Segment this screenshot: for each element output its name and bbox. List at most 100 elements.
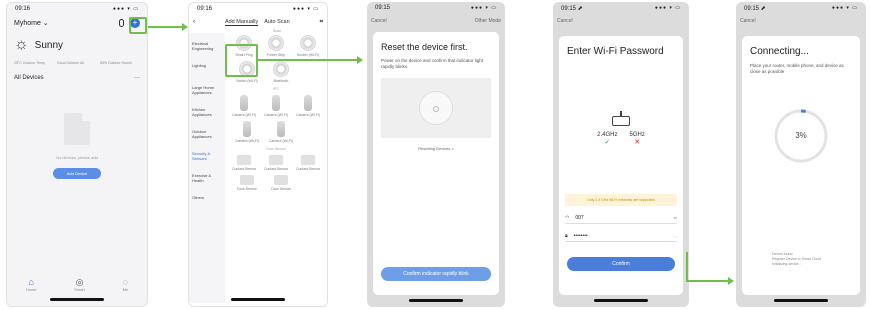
device-illustration [381,78,491,138]
weather-label: Sunny [34,39,64,51]
category-item[interactable]: Electrical Engineering [189,37,225,59]
tab-label: Home [25,287,37,292]
plug-icon [268,35,284,51]
cancel-button[interactable]: Cancel [557,18,573,24]
weather-widget: ☼ Sunny [14,37,140,53]
section-title: IPC [273,87,279,91]
weather-stat: 65% Outdoor Humid [100,61,132,65]
all-devices-title: All Devices [14,75,44,81]
card-description: Power on the device and confirm that ind… [381,58,484,69]
reset-card: Reset the device first. Power on the dev… [373,32,499,295]
lock-icon: 🔒︎ [565,232,568,239]
wifi-card: Enter Wi-Fi Password 2.4GHz ✓ 5GHz ✕ Only … [559,36,683,295]
home-selector[interactable]: Myhome ⌄ [14,19,49,27]
resetting-devices-link[interactable]: Resetting Devices > [381,146,491,151]
camera-icon [304,95,312,111]
confirm-blink-button[interactable]: Confirm indicator rapidly blink [381,267,491,281]
tab-home[interactable]: ⌂ Home [26,277,37,292]
tab-smart[interactable]: ◎ Smart [74,277,85,292]
show-password-icon[interactable]: ◡ [674,233,678,238]
flow-arrow [148,23,188,30]
category-item[interactable]: Others [189,191,225,213]
smart-icon: ◎ [75,277,84,287]
status-log: Device found Register Device to Smart Cl… [772,252,821,267]
tab-auto-scan[interactable]: Auto Scan [264,19,289,26]
add-device-button[interactable]: Add Device [53,168,101,179]
category-item[interactable]: Kitchen Appliances [189,103,225,125]
ssid-value: 007 [575,214,584,221]
highlight-box [225,44,258,77]
category-item[interactable]: Exercise & Health [189,169,225,191]
band-24ghz: 2.4GHz ✓ [597,132,618,146]
wifi-password-screen: 09:15 ⬈ ●●● ▾ ▭ Cancel Enter Wi-Fi Passw… [553,2,689,307]
ssid-field[interactable]: ◠ 007 ⇄ [565,212,677,224]
wifi-band-illustration: 2.4GHz ✓ 5GHz ✕ [559,111,683,146]
home-indicator [594,299,648,302]
status-bar: 09:16 ●●● ▾ ▭ [189,3,327,15]
microphone-icon[interactable] [119,19,124,27]
confirm-button[interactable]: Confirm [567,257,675,271]
home-indicator [409,299,463,302]
password-field[interactable]: 🔒︎ •••••••• ◡ [565,230,677,242]
card-description: Place your router, mobile phone, and dev… [750,63,844,74]
plug-icon [273,61,289,77]
plug-icon [419,91,453,125]
flow-connector [686,252,688,282]
camera-icon [240,95,248,111]
add-device-screen: 09:16 ●●● ▾ ▭ ‹ Add Manually Auto Scan ⌗… [188,2,328,307]
router-icon [612,111,630,126]
device-tile[interactable]: Contact Sensor [293,155,323,171]
device-tile[interactable]: Contact Sensor [261,155,291,171]
home-indicator [231,298,285,301]
device-tile[interactable]: Camera (Wi-Fi) [293,95,323,117]
cross-icon: ✕ [634,139,641,146]
switch-network-icon[interactable]: ⇄ [674,215,677,220]
band-5ghz: 5GHz ✕ [629,132,645,146]
cancel-button[interactable]: Cancel [740,18,756,24]
status-time: 09:15 [375,5,391,11]
category-item[interactable]: Large Home Appliances [189,81,225,103]
other-mode-button[interactable]: Other Mode [475,18,501,24]
category-item[interactable]: Security & Sensors [189,147,225,169]
status-time: 09:16 [15,6,31,12]
connecting-screen: 09:15 ⬈ ●●● ▾ ▭ Cancel Connecting... Pla… [736,2,866,307]
device-tile[interactable]: Socket (Wi-Fi) [293,35,323,57]
card-title: Reset the device first. [381,42,468,52]
sensor-icon [240,175,254,185]
empty-document-icon [64,113,90,145]
camera-icon [272,95,280,111]
sun-icon: ☼ [14,36,29,53]
tab-label: Me [122,287,129,292]
device-tile[interactable]: Bluetooth [266,61,296,83]
reset-device-screen: 09:15 ●●● ▾ ▭ Cancel Other Mode Reset th… [367,2,505,307]
device-tile[interactable]: Power Strip [261,35,291,57]
status-bar: 09:15 ⬈ ●●● ▾ ▭ [553,2,689,14]
device-tile[interactable]: Camera (Wi-Fi) [232,121,262,143]
scan-icon[interactable]: ⌗ [320,19,323,26]
empty-state: No devices, please add Add Device [7,113,147,179]
section-title: Door Sensor [266,147,286,151]
device-tile[interactable]: Door Sensor [266,175,296,191]
plug-icon [300,35,316,51]
category-item[interactable]: Outdoor Appliances [189,125,225,147]
device-tile[interactable]: Camera (Wi-Fi) [229,95,259,117]
home-icon: ⌂ [28,277,34,287]
device-tile[interactable]: Contact Sensor [229,155,259,171]
camera-icon [277,121,285,137]
category-item[interactable]: Lighting [189,59,225,81]
card-title: Enter Wi-Fi Password [567,46,664,57]
tab-add-manually[interactable]: Add Manually [224,19,259,26]
tab-me[interactable]: ◌ Me [123,277,129,292]
back-icon[interactable]: ‹ [193,19,195,25]
more-icon[interactable]: ··· [134,75,140,81]
status-time: 09:15 ⬈ [561,5,583,12]
device-tile[interactable]: Camera (Wi-Fi) [261,95,291,117]
wifi-icon: ◠ [565,214,570,221]
progress-value: 3% [795,131,807,140]
cancel-button[interactable]: Cancel [371,18,387,24]
wifi-note: Only 2.4 GHz Wi-Fi networks are supporte… [565,194,677,206]
device-tile[interactable]: Camera (Wi-Fi) [266,121,296,143]
device-tile[interactable]: Door Sensor [232,175,262,191]
weather-stat: 25°C Outdoor Temp [14,61,45,65]
status-icons: ●●● ▾ ▭ [831,5,858,11]
